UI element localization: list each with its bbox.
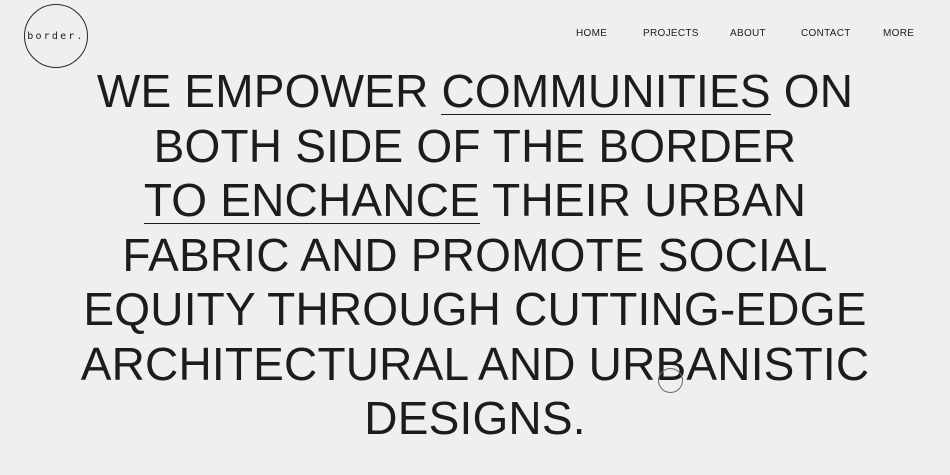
hero-line-4: FABRIC AND PROMOTE SOCIAL	[122, 228, 828, 281]
hero-line-2: BOTH SIDE OF THE BORDER	[153, 119, 797, 172]
nav-item-more[interactable]: MORE	[883, 28, 914, 39]
hero-line-5: EQUITY THROUGH CUTTING-EDGE	[83, 283, 867, 335]
hero-text: ON	[770, 65, 854, 117]
hero-text: THEIR URBAN	[480, 174, 807, 226]
hero-line-7: DESIGNS.	[364, 392, 586, 444]
communities-link[interactable]: COMMUNITIES	[441, 68, 771, 115]
hero-line-1: WE EMPOWER COMMUNITIES ON	[0, 64, 950, 119]
hero-statement: WE EMPOWER COMMUNITIES ON BOTH SIDE OF T…	[0, 64, 950, 446]
hero-line-3: TO ENCHANCE THEIR URBAN	[0, 173, 950, 228]
hero-text: WE EMPOWER	[96, 65, 442, 117]
hero-line-6: ARCHITECTURAL AND URBANISTIC	[80, 337, 870, 390]
main-nav: HOME PROJECTS ABOUT CONTACT MORE	[0, 28, 950, 42]
enhance-link[interactable]: TO ENCHANCE	[143, 177, 480, 224]
nav-item-about[interactable]: ABOUT	[730, 28, 766, 39]
nav-item-home[interactable]: HOME	[576, 28, 607, 39]
nav-item-projects[interactable]: PROJECTS	[643, 28, 699, 39]
nav-item-contact[interactable]: CONTACT	[801, 28, 851, 39]
